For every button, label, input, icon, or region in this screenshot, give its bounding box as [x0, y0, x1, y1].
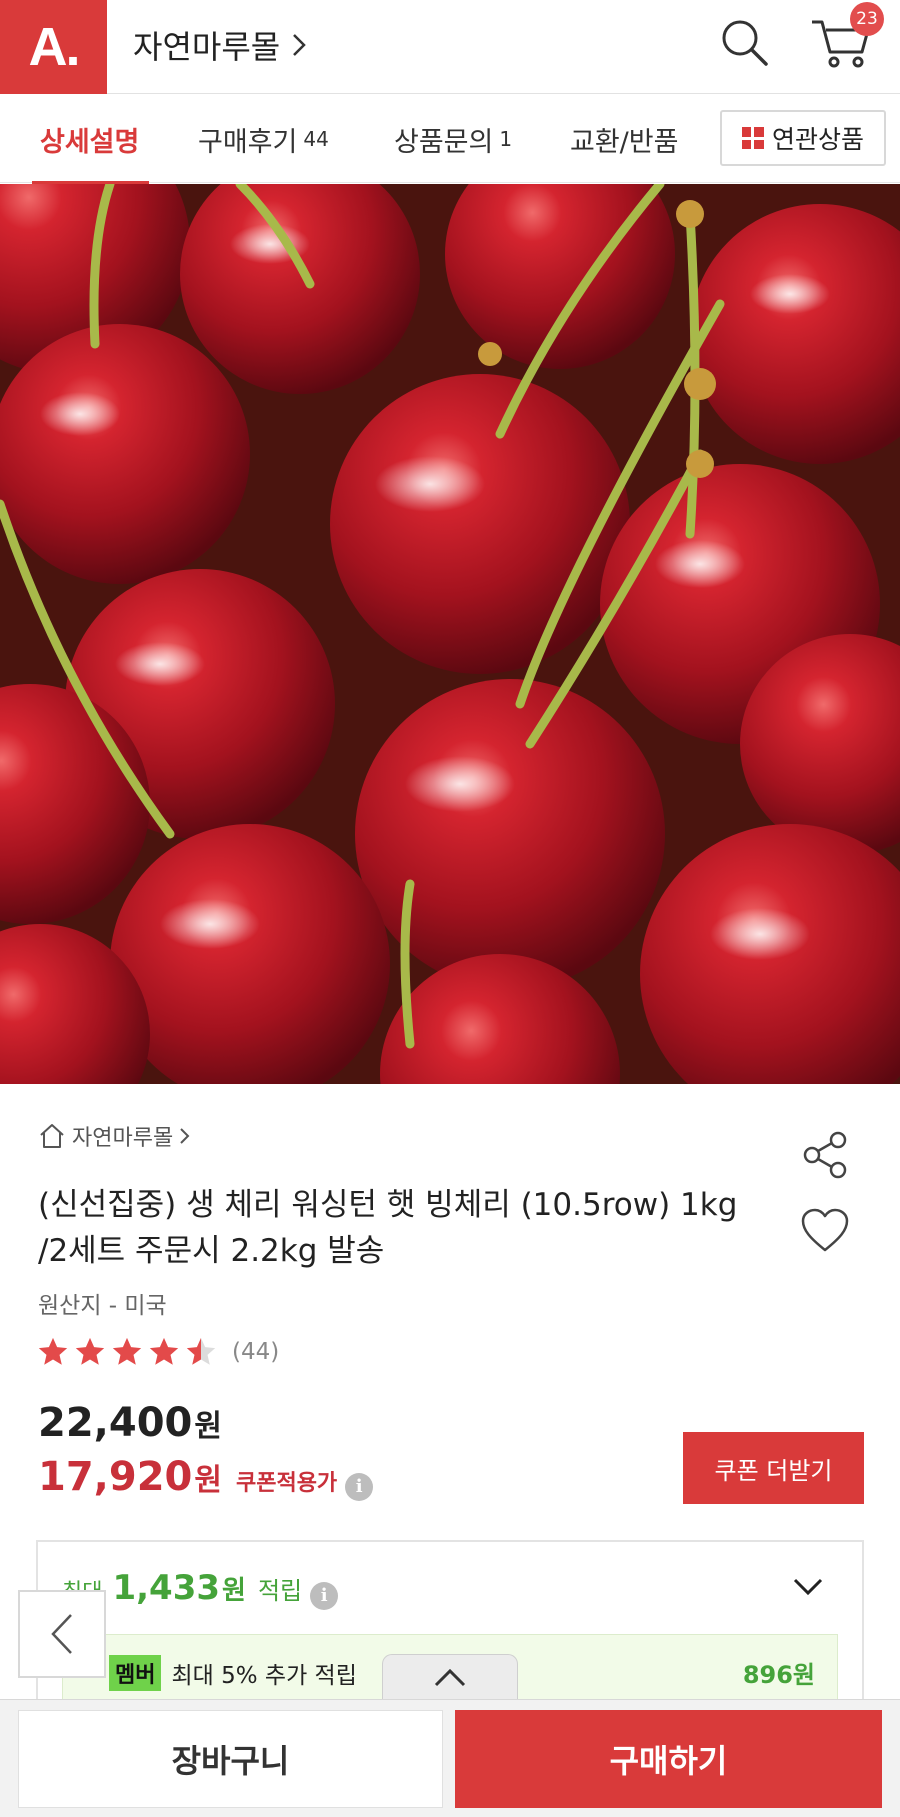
price-unit: 원: [194, 1409, 222, 1444]
chevron-left-icon: [51, 1614, 72, 1654]
chevron-right-icon: [293, 34, 306, 56]
price-unit: 원: [194, 1463, 222, 1498]
grid-icon: [741, 127, 764, 149]
related-products-button[interactable]: 연관상품: [720, 110, 886, 166]
heart-icon[interactable]: [800, 1208, 850, 1254]
star-icon: [112, 1337, 142, 1365]
points-amount: 1,433: [112, 1568, 221, 1608]
home-icon: [40, 1124, 64, 1148]
breadcrumb[interactable]: 자연마루몰: [38, 1120, 191, 1152]
expand-options-handle[interactable]: [382, 1654, 518, 1700]
bottom-action-bar: 장바구니 구매하기: [0, 1699, 900, 1817]
tab-qna[interactable]: 상품문의 1: [394, 95, 512, 183]
tab-count: 1: [499, 127, 513, 151]
add-to-cart-button[interactable]: 장바구니: [18, 1710, 443, 1808]
product-rating[interactable]: (44): [36, 1335, 279, 1369]
star-icon: [149, 1337, 179, 1365]
member-points-amount: 896원: [742, 1661, 815, 1689]
store-title-link[interactable]: 자연마루몰: [133, 22, 306, 68]
star-rating: [36, 1335, 218, 1369]
member-tag: 멤버 최대 5% 추가 적립: [109, 1655, 357, 1691]
chevron-down-icon[interactable]: [792, 1576, 824, 1598]
store-logo[interactable]: A.: [0, 0, 107, 94]
coupon-price: 17,920 원 쿠폰적용가 i: [38, 1454, 374, 1501]
member-text: 최대 5% 추가 적립: [171, 1663, 357, 1689]
tab-label: 구매후기: [198, 126, 298, 158]
info-icon[interactable]: i: [310, 1581, 339, 1610]
tab-label: 교환/반품: [570, 126, 679, 158]
points-unit: 원: [222, 1576, 246, 1606]
share-icon[interactable]: [800, 1130, 850, 1180]
cart-count-badge: 23: [850, 2, 884, 36]
app-header: A. 자연마루몰 23: [0, 0, 900, 94]
chevron-up-icon: [434, 1668, 466, 1686]
star-icon: [75, 1337, 105, 1365]
member-badge: 멤버: [109, 1655, 162, 1691]
tab-count: 44: [303, 127, 329, 151]
tab-details[interactable]: 상세설명: [31, 95, 150, 184]
points-suffix: 적립: [257, 1577, 303, 1605]
product-image[interactable]: [0, 184, 900, 1084]
cherries-photo: [0, 184, 900, 1084]
star-half-icon: [186, 1337, 216, 1365]
info-icon[interactable]: i: [345, 1472, 374, 1501]
chevron-right-icon: [180, 1128, 190, 1144]
tab-label: 상세설명: [40, 126, 140, 158]
coupon-price-label: 쿠폰적용가: [235, 1471, 338, 1496]
original-price: 22,400원: [38, 1400, 222, 1446]
review-count: (44): [232, 1339, 280, 1365]
tab-exchange-return[interactable]: 교환/반품: [570, 95, 678, 183]
more-coupon-button[interactable]: 쿠폰 더받기: [683, 1432, 864, 1504]
star-icon: [38, 1337, 68, 1365]
tab-reviews[interactable]: 구매후기 44: [198, 95, 329, 183]
search-icon[interactable]: [716, 14, 772, 70]
product-origin: 원산지 - 미국: [38, 1293, 167, 1319]
tab-label: 상품문의: [394, 126, 494, 158]
breadcrumb-store-name: 자연마루몰: [72, 1126, 174, 1151]
back-button[interactable]: [18, 1590, 106, 1678]
buy-now-button[interactable]: 구매하기: [455, 1710, 882, 1808]
related-products-label: 연관상품: [771, 125, 864, 154]
product-title: (신선집중) 생 체리 워싱턴 햇 빙체리 (10.5row) 1kg /2세트…: [38, 1187, 738, 1269]
store-name: 자연마루몰: [133, 28, 281, 66]
coupon-price-value: 17,920: [38, 1454, 193, 1500]
product-tabs: 상세설명 구매후기 44 상품문의 1 교환/반품 연관상품: [0, 95, 900, 184]
original-price-value: 22,400: [38, 1400, 193, 1446]
